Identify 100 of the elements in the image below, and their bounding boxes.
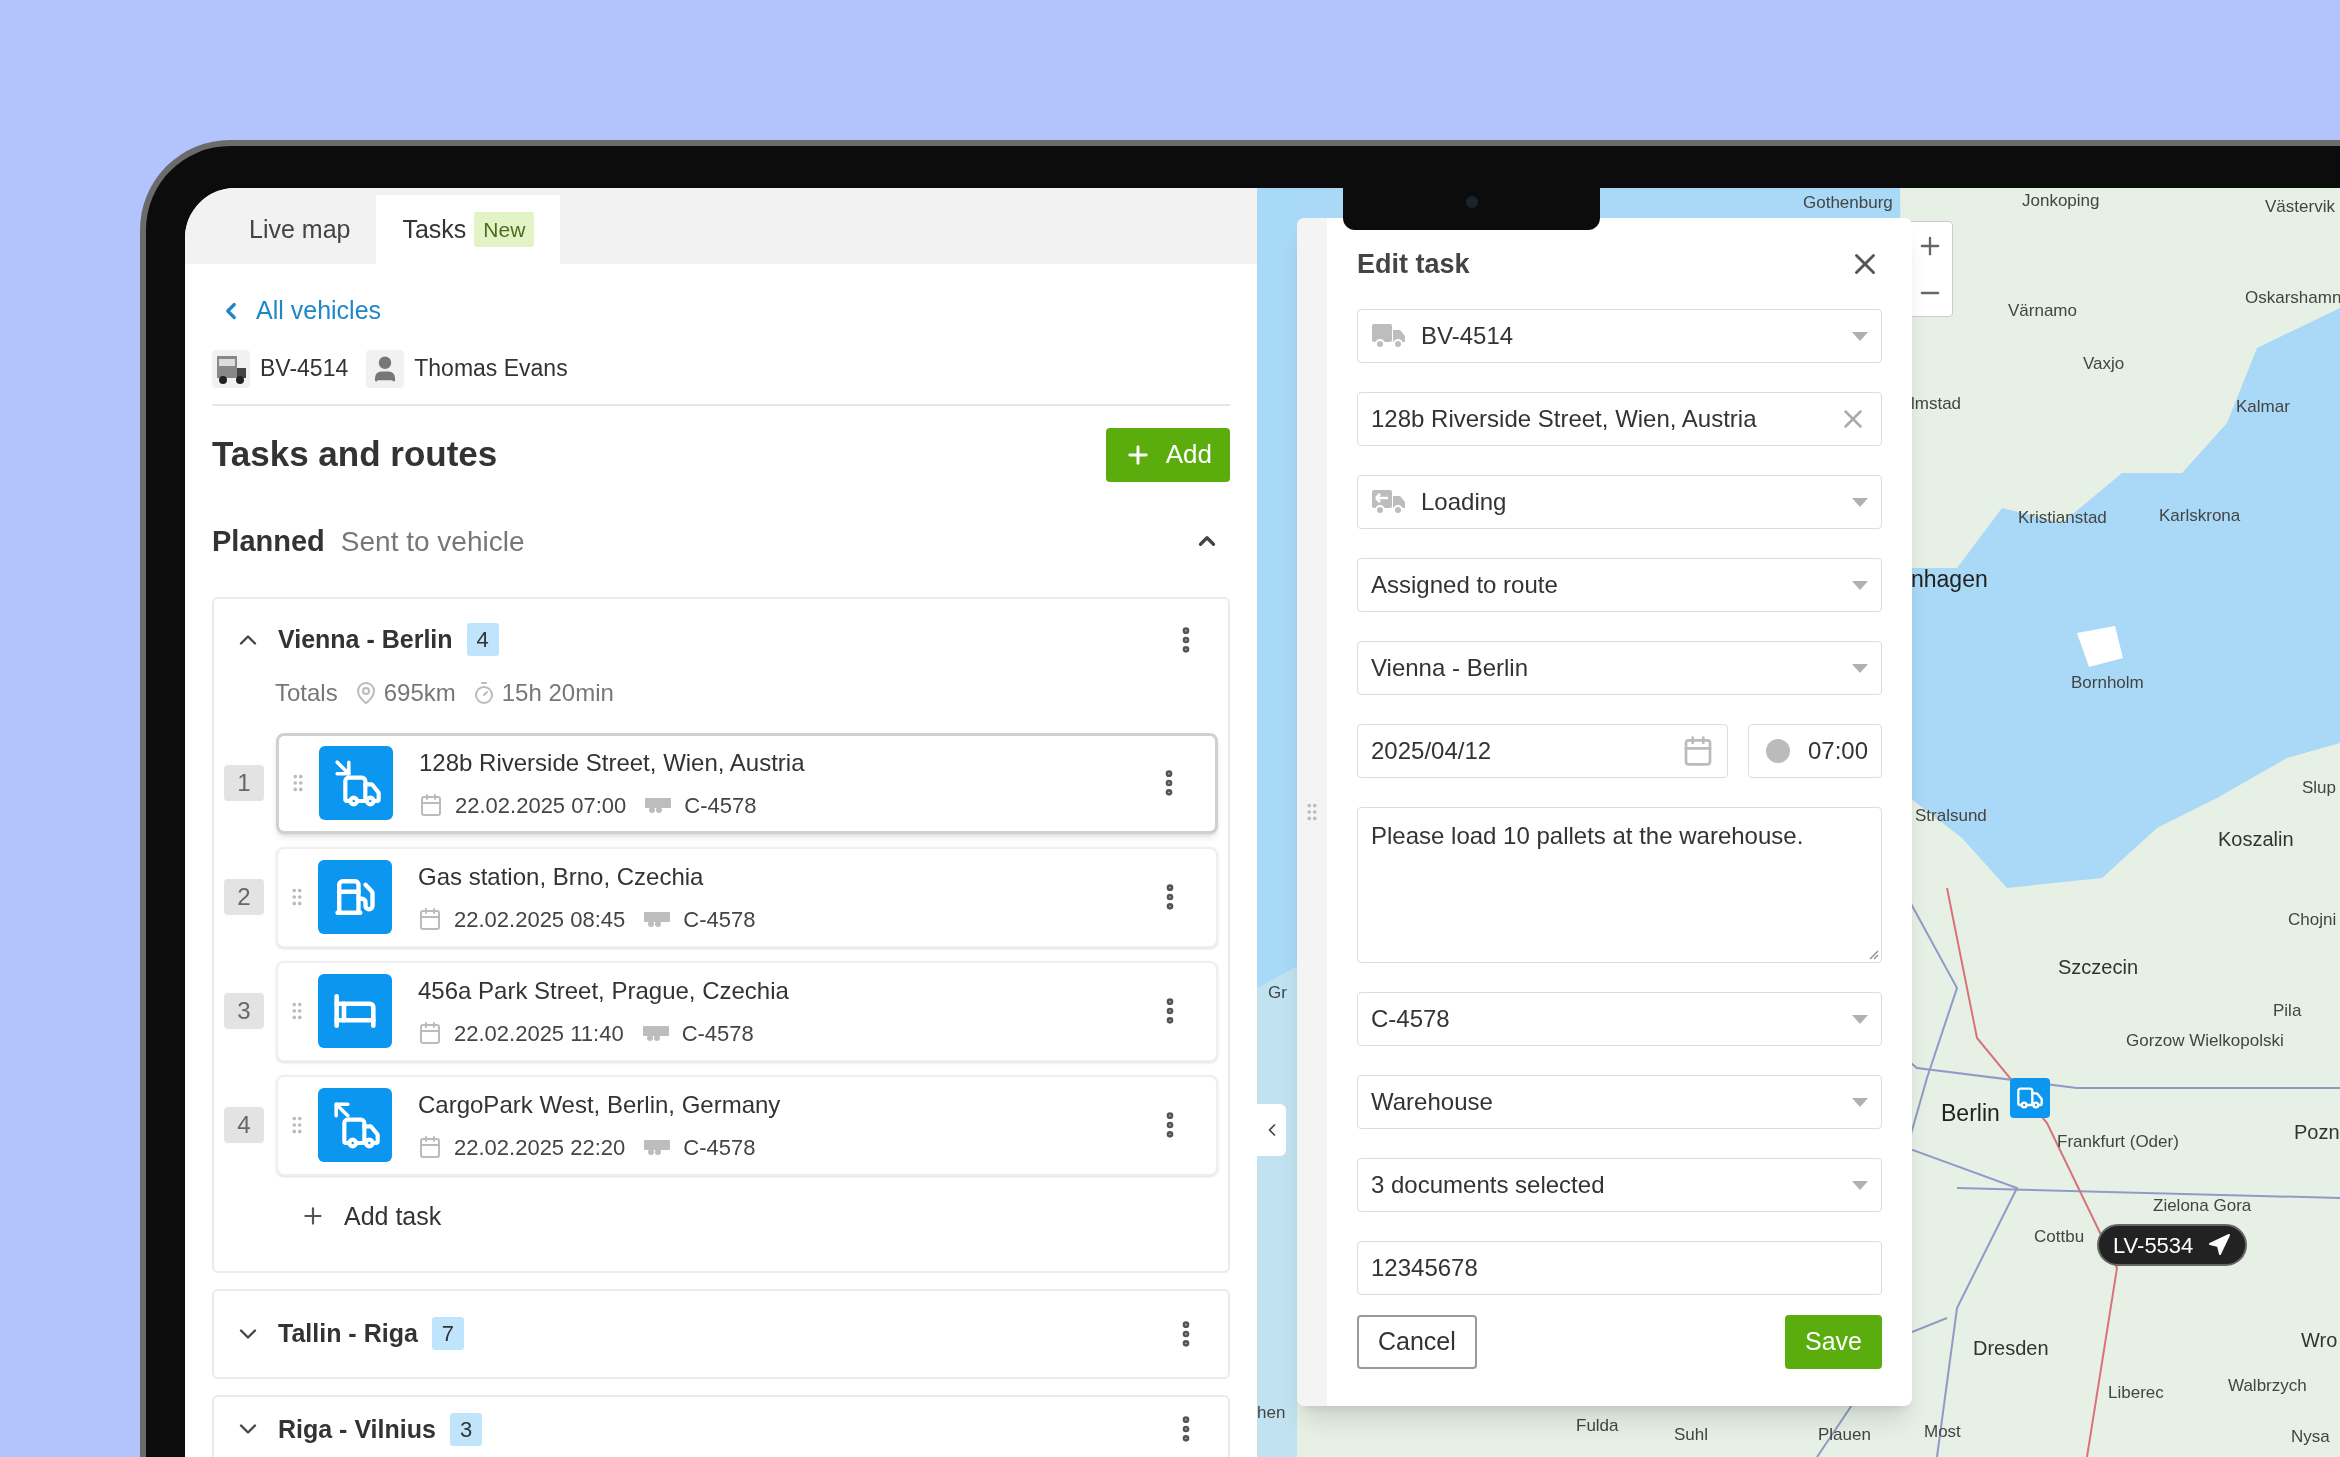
caret-icon — [1852, 1014, 1868, 1024]
calendar-icon — [418, 907, 442, 931]
task-card[interactable]: Gas station, Brno, Czechia 22.02.2025 08:45 C-4578 — [276, 846, 1218, 948]
select-field[interactable]: Loading — [1357, 475, 1882, 529]
tab[interactable]: Tasks New — [376, 195, 561, 264]
truck-arrow-out-icon — [318, 1088, 392, 1162]
section-subtitle: Sent to vehicle — [340, 524, 525, 559]
route-name: Riga - Vilnius — [278, 1413, 436, 1445]
route-name: Tallin - Riga — [278, 1318, 418, 1349]
map-place-label: Frankfurt (Oder) — [2057, 1131, 2179, 1153]
truck-arrow-in-icon — [319, 746, 393, 820]
select-field[interactable]: Assigned to route — [1357, 558, 1882, 612]
trailer-icon — [643, 910, 672, 928]
task-datetime: 22.02.2025 22:20 — [454, 1133, 626, 1162]
map-place-label: Jonkoping — [2022, 190, 2100, 212]
notes-field[interactable]: Please load 10 pallets at the warehouse. — [1357, 807, 1882, 963]
map-place-label: Kristianstad — [2018, 507, 2107, 529]
map-place-label: Slup — [2302, 777, 2337, 799]
vehicle-plate: BV-4514 — [260, 354, 349, 384]
map-place-label: Plauen — [1818, 1424, 1871, 1446]
task-card[interactable]: CargoPark West, Berlin, Germany 22.02.2025 22:20 C-4578 — [276, 1074, 1218, 1176]
step-number: 2 — [224, 879, 264, 915]
calendar-icon — [418, 1135, 442, 1159]
caret-icon — [1852, 580, 1868, 590]
map-place-label: Värnamo — [2008, 300, 2077, 322]
calendar-icon — [419, 793, 443, 817]
task-datetime: 22.02.2025 07:00 — [455, 791, 627, 820]
user-icon — [366, 349, 405, 388]
map-place-label: Most — [1924, 1421, 1961, 1443]
task-card[interactable]: 128b Riverside Street, Wien, Austria 22.02.2025 07:00 C-4578 — [276, 732, 1218, 834]
count-badge: 4 — [466, 623, 499, 657]
back-link[interactable]: All vehicles — [212, 292, 1230, 330]
trailer-icon — [644, 796, 673, 814]
dialog-title: Edit task — [1357, 247, 1470, 281]
select-field[interactable]: Vienna - Berlin — [1357, 641, 1882, 695]
cancel-button[interactable]: Cancel — [1357, 1315, 1477, 1369]
count-badge: 3 — [449, 1412, 483, 1446]
map-place-label: Cottbu — [2034, 1226, 2085, 1248]
map-place-label: Västervik — [2265, 196, 2335, 218]
map-place-label: Suhl — [1674, 1424, 1709, 1446]
map-place-label: Stralsund — [1915, 805, 1987, 827]
driver-name: Thomas Evans — [414, 354, 568, 384]
truck-icon — [212, 349, 250, 388]
section-title: Planned — [212, 523, 325, 559]
map-place-label: Chojni — [2288, 909, 2337, 931]
map-place-label: Gorzow Wielkopolski — [2126, 1030, 2284, 1052]
select-field[interactable]: BV-4514 — [1357, 309, 1882, 363]
tab[interactable]: Live map — [223, 195, 377, 264]
vehicle-marker[interactable] — [2010, 1078, 2050, 1118]
totals-label: Totals — [275, 677, 338, 708]
task-datetime: 22.02.2025 08:45 — [454, 905, 626, 934]
bed-icon — [318, 974, 392, 1048]
map-place-label: Dresden — [1973, 1336, 2049, 1361]
map-place-label: Karlskrona — [2159, 505, 2241, 527]
step-number: 4 — [224, 1107, 264, 1143]
map-place-label: Pozn — [2294, 1120, 2340, 1145]
time-field[interactable]: 07:00 — [1747, 724, 1882, 778]
map-place-label: Liberec — [2108, 1382, 2164, 1404]
map-place-label: lmstad — [1911, 393, 1962, 415]
trailer-id: C-4578 — [681, 1019, 754, 1048]
caret-icon — [1852, 663, 1868, 673]
route-name: Vienna - Berlin — [278, 624, 453, 655]
select-field[interactable]: 3 documents selected — [1357, 1158, 1882, 1212]
add-task-button[interactable]: Add task — [300, 1197, 442, 1235]
date-field[interactable]: 2025/04/12 — [1357, 724, 1728, 778]
island-shape — [2077, 626, 2123, 667]
map-place-label: Oskarshamn — [2245, 287, 2340, 309]
select-field[interactable]: C-4578 — [1357, 992, 1882, 1046]
trailer-icon — [641, 1024, 670, 1042]
select-field[interactable]: Warehouse — [1357, 1075, 1882, 1129]
address-field[interactable]: 128b Riverside Street, Wien, Austria — [1357, 392, 1882, 446]
map-place-label: Gothenburg — [1803, 192, 1893, 214]
map-place-label: Gr — [1268, 982, 1287, 1004]
resize-handle-icon[interactable] — [1867, 948, 1879, 960]
task-card[interactable]: 456a Park Street, Prague, Czechia 22.02.2025 11:40 C-4578 — [276, 960, 1218, 1062]
navigation-arrow-icon — [2207, 1233, 2232, 1257]
map-place-label: Berlin — [1941, 1099, 2000, 1128]
calendar-icon — [418, 1021, 442, 1045]
count-badge: 7 — [431, 1317, 465, 1351]
map-place-label: Zielona Gora — [2153, 1195, 2252, 1217]
task-datetime: 22.02.2025 11:40 — [454, 1019, 624, 1048]
trailer-id: C-4578 — [683, 1133, 756, 1162]
caret-icon — [1852, 331, 1868, 341]
map-place-label: Kalmar — [2236, 396, 2290, 418]
page-title: Tasks and routes — [212, 433, 498, 476]
step-number: 3 — [224, 993, 264, 1029]
task-address: CargoPark West, Berlin, Germany — [418, 1089, 781, 1120]
vehicle-label-marker[interactable]: LV-5534 — [2097, 1224, 2248, 1266]
truck-icon — [1371, 322, 1407, 350]
map-place-label: Walbrzych — [2228, 1375, 2307, 1397]
map-place-label: Bornholm — [2071, 672, 2144, 694]
trailer-id: C-4578 — [684, 791, 757, 820]
duration-value: 15h 20min — [501, 677, 614, 708]
caret-icon — [1852, 1097, 1868, 1107]
input-field[interactable]: 12345678 — [1357, 1241, 1882, 1295]
trailer-id: C-4578 — [683, 905, 756, 934]
distance-value: 695km — [383, 677, 456, 708]
caret-icon — [1852, 497, 1868, 507]
trailer-icon — [643, 1138, 672, 1156]
truck-arrow-icon — [1371, 488, 1407, 516]
